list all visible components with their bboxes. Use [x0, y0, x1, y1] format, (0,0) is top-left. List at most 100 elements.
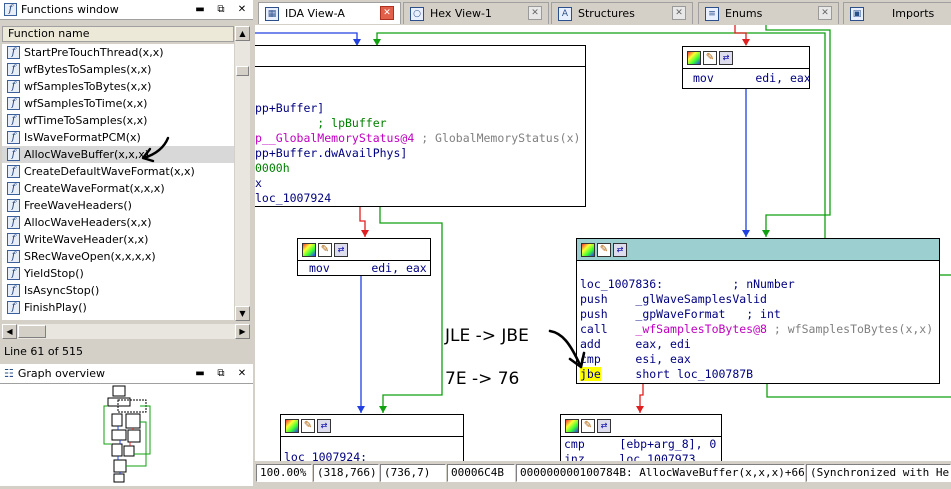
node-header: ✎ ⇄ [577, 239, 939, 261]
graph-group-icon[interactable]: ⇄ [597, 418, 611, 433]
graph-node-main[interactable]: ✎ ⇄ loc_1007836: ; nNumber push _glWaveS… [576, 238, 940, 384]
function-list-item[interactable]: f FreeWaveHeaders() [2, 197, 234, 214]
function-icon: f [7, 80, 20, 93]
color-palette-icon[interactable] [285, 418, 299, 433]
function-icon: f [7, 284, 20, 297]
graph-overview-titlebar[interactable]: ☷ Graph overview ▬ ⧉ ✕ [0, 364, 253, 384]
function-list-item[interactable]: f FinishPlay() [2, 299, 234, 316]
scroll-down-icon[interactable]: ▼ [235, 306, 250, 321]
functions-list-vertical-scrollbar[interactable]: ▲ ▼ [235, 26, 250, 321]
close-icon[interactable]: ✕ [233, 366, 251, 381]
function-icon: f [7, 46, 20, 59]
function-list-item[interactable]: f IsAsyncStop() [2, 282, 234, 299]
function-name: wfSamplesToTime(x,x) [24, 97, 148, 110]
close-icon[interactable]: ✕ [818, 6, 832, 20]
graph-group-icon[interactable]: ⇄ [317, 418, 331, 433]
horizontal-scroll-thumb[interactable] [18, 325, 46, 338]
status-file-offset: 00006C4B [447, 464, 515, 482]
graph-group-icon[interactable]: ⇄ [719, 50, 733, 65]
scroll-up-icon[interactable]: ▲ [235, 26, 250, 41]
graph-node-top-right[interactable]: ✎ ⇄ mov edi, eax [682, 46, 811, 89]
node-instruction: cmp [ebp+arg_8], 0 [564, 437, 717, 451]
function-name: YieldStop() [24, 267, 84, 280]
function-list-item[interactable]: f CreateDefaultWaveFormat(x,x) [2, 163, 234, 180]
graph-overview-icon: ☷ [4, 367, 14, 380]
edit-icon[interactable]: ✎ [597, 242, 611, 257]
function-icon: f [7, 165, 20, 178]
restore-icon[interactable]: ⧉ [212, 2, 230, 17]
edit-icon[interactable]: ✎ [581, 418, 595, 433]
function-list-item[interactable]: f wfSamplesToTime(x,x) [2, 95, 234, 112]
graph-node-bottom-right[interactable]: ✎ ⇄ cmp [ebp+arg_8], 0 jnz loc_1007973 [560, 414, 722, 461]
node-label: loc_1007924: [284, 450, 368, 461]
graph-group-icon[interactable]: ⇄ [334, 242, 348, 257]
function-list-item[interactable]: f AllocWaveHeaders(x,x) [2, 214, 234, 231]
function-name: wfTimeToSamples(x,x) [24, 114, 148, 127]
annotation-byte-change: 7E -> 76 [445, 369, 520, 389]
edit-icon[interactable]: ✎ [301, 418, 315, 433]
graph-node-bottom-left[interactable]: ✎ ⇄ loc_1007924: [280, 414, 464, 461]
vertical-scroll-thumb[interactable] [236, 66, 249, 76]
tab-label: Imports [892, 7, 935, 20]
ida-graph-view[interactable]: pp+Buffer] ; lpBuffer p__GlobalMemorySta… [255, 25, 951, 461]
status-bar: 100.00% (318,766) (736,7) 00006C4B 00000… [255, 462, 951, 486]
node-instruction: jnz loc_1007973 [564, 452, 696, 461]
color-palette-icon[interactable] [687, 50, 701, 65]
close-icon[interactable]: ✕ [380, 6, 394, 20]
node-header: ✎ ⇄ [298, 239, 430, 261]
structures-icon: A [558, 6, 572, 21]
close-icon[interactable]: ✕ [528, 6, 542, 20]
scroll-right-icon[interactable]: ▶ [235, 324, 250, 339]
color-palette-icon[interactable] [565, 418, 579, 433]
tab-label: Enums [725, 7, 763, 20]
tab-structures[interactable]: A Structures ✕ [551, 2, 693, 24]
function-list-item[interactable]: f IsWaveFormatPCM(x) [2, 129, 234, 146]
function-list-item[interactable]: f wfBytesToSamples(x,x) [2, 61, 234, 78]
function-list-item[interactable]: f YieldStop() [2, 265, 234, 282]
tab-enums[interactable]: ≡ Enums ✕ [698, 2, 839, 24]
minimize-icon[interactable]: ▬ [191, 2, 209, 17]
tab-label: Hex View-1 [430, 7, 492, 20]
function-name: wfSamplesToBytes(x,x) [24, 80, 152, 93]
tab-ida-view-a[interactable]: ▦ IDA View-A ✕ [258, 2, 401, 24]
function-name-column-header[interactable]: Function name [2, 26, 234, 42]
functions-window-titlebar[interactable]: f Functions window ▬ ⧉ ✕ [0, 0, 253, 20]
node-instruction: call _wfSamplesToBytes@8 ; wfSamplesToBy… [580, 322, 934, 336]
minimize-icon[interactable]: ▬ [191, 366, 209, 381]
restore-icon[interactable]: ⧉ [212, 366, 230, 381]
node-header: ✎ ⇄ [281, 415, 463, 437]
color-palette-icon[interactable] [302, 242, 316, 257]
graph-overview-title: Graph overview [17, 367, 105, 380]
node-instruction: push _gpWaveFormat ; int [580, 307, 781, 321]
function-list-item[interactable]: f wfTimeToSamples(x,x) [2, 112, 234, 129]
function-list-item[interactable]: f wfSamplesToBytes(x,x) [2, 78, 234, 95]
close-icon[interactable]: ✕ [233, 2, 251, 17]
functions-list-horizontal-scrollbar[interactable]: ◀ ▶ [2, 324, 250, 339]
function-name: FreeWaveHeaders() [24, 199, 132, 212]
edit-icon[interactable]: ✎ [703, 50, 717, 65]
node-header: ✎ ⇄ [683, 47, 809, 69]
function-list-item[interactable]: f WriteWaveHeader(x,x) [2, 231, 234, 248]
left-panel: f Functions window ▬ ⧉ ✕ Function name f… [0, 0, 253, 486]
edit-icon[interactable]: ✎ [318, 242, 332, 257]
function-icon: f [7, 63, 20, 76]
node-line: pp+Buffer.dwAvailPhys] [255, 146, 408, 160]
function-list-item[interactable]: f AllocWaveBuffer(x,x,x) [2, 146, 234, 163]
function-list-item[interactable]: f StartPreTouchThread(x,x) [2, 44, 234, 61]
functions-list[interactable]: f StartPreTouchThread(x,x) f wfBytesToSampl… [2, 44, 234, 320]
graph-group-icon[interactable]: ⇄ [613, 242, 627, 257]
graph-node-top-left[interactable]: pp+Buffer] ; lpBuffer p__GlobalMemorySta… [255, 45, 586, 207]
function-name: AllocWaveBuffer(x,x,x) [24, 148, 150, 161]
function-list-item[interactable]: f CreateWaveFormat(x,x,x) [2, 180, 234, 197]
hand-drawn-arrow-icon [141, 136, 170, 163]
graph-node-mid-left[interactable]: ✎ ⇄ mov edi, eax [297, 238, 431, 276]
graph-overview-canvas[interactable] [0, 384, 253, 486]
function-list-item[interactable]: f SRecWaveOpen(x,x,x,x) [2, 248, 234, 265]
color-palette-icon[interactable] [581, 242, 595, 257]
function-name: FinishPlay() [24, 301, 87, 314]
close-icon[interactable]: ✕ [672, 6, 686, 20]
node-line: ; lpBuffer [255, 116, 387, 130]
tab-imports[interactable]: ▣ Imports [843, 2, 951, 24]
tab-hex-view-1[interactable]: ○ Hex View-1 ✕ [403, 2, 549, 24]
scroll-left-icon[interactable]: ◀ [2, 324, 17, 339]
